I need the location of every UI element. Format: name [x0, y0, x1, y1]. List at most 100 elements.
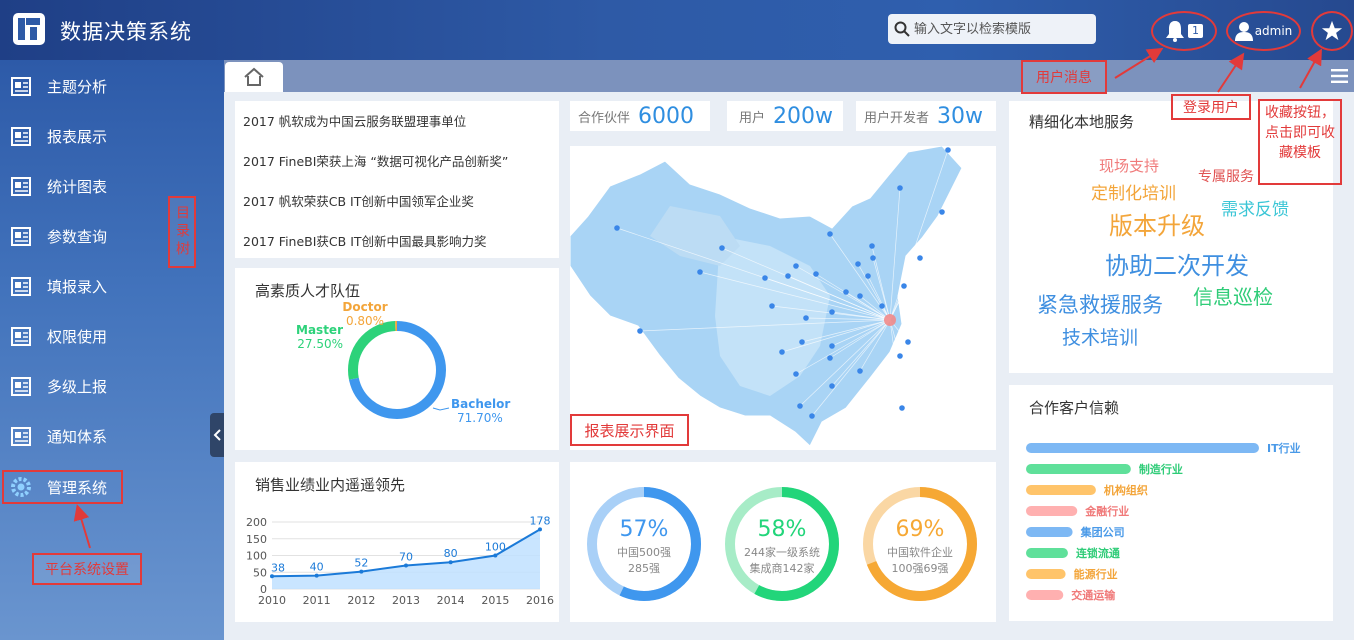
x-tick-label: 2013: [392, 594, 420, 607]
app-logo-icon: [13, 13, 45, 45]
ring-caption: 集成商142家: [750, 561, 815, 575]
city-dot[interactable]: [769, 303, 775, 309]
tab-home[interactable]: [225, 62, 283, 92]
template-search[interactable]: [888, 14, 1096, 44]
favorite-button[interactable]: [1311, 11, 1353, 51]
city-dot[interactable]: [762, 275, 768, 281]
city-dot[interactable]: [829, 343, 835, 349]
city-dot[interactable]: [637, 328, 643, 334]
client-bar[interactable]: [1026, 485, 1096, 495]
data-point[interactable]: [404, 563, 408, 568]
city-dot[interactable]: [945, 147, 951, 153]
word-cloud-item: 版本升级: [1109, 212, 1205, 240]
city-dot[interactable]: [870, 255, 876, 261]
client-bar[interactable]: [1026, 506, 1078, 516]
x-tick-label: 2016: [526, 594, 554, 607]
sales-panel: 销售业绩业内遥遥领先 0 50 100 150 200 38 2010 40 2011 52 201…: [235, 462, 559, 622]
city-dot[interactable]: [901, 283, 907, 289]
city-dot[interactable]: [829, 383, 835, 389]
city-dot[interactable]: [905, 339, 911, 345]
annotation-text: 收藏按钮，点击即可收藏模板: [1265, 105, 1335, 161]
city-dot[interactable]: [779, 349, 785, 355]
city-dot[interactable]: [843, 289, 849, 295]
x-tick-label: 2010: [258, 594, 286, 607]
hub-city-dot[interactable]: [884, 314, 896, 326]
word-cloud-item: 协助二次开发: [1105, 252, 1249, 280]
city-dot[interactable]: [829, 309, 835, 315]
city-dot[interactable]: [797, 403, 803, 409]
data-label: 80: [444, 547, 458, 560]
app-title: 数据决策系统: [60, 20, 192, 44]
client-bar[interactable]: [1026, 569, 1066, 579]
data-point[interactable]: [314, 573, 319, 578]
list-item[interactable]: 2017 帆软成为中国云服务联盟理事单位: [243, 111, 551, 151]
sidebar-item-1[interactable]: 主题分析: [0, 61, 224, 111]
ring-caption: 100强69强: [892, 562, 949, 575]
city-dot[interactable]: [827, 231, 833, 237]
client-bar[interactable]: [1026, 443, 1259, 453]
sidebar-item-7[interactable]: 多级上报: [0, 361, 224, 411]
user-icon: [1234, 22, 1253, 41]
list-item[interactable]: 2017 帆软荣获CB IT创新中国领军企业奖: [243, 191, 551, 231]
services-title: 精细化本地服务: [1029, 113, 1135, 131]
list-item[interactable]: 2017 FineBI荣获上海 “数据可视化产品创新奖”: [243, 151, 551, 191]
city-dot[interactable]: [827, 355, 833, 361]
ring-percent: 57%: [620, 517, 669, 542]
data-point[interactable]: [359, 569, 364, 574]
city-dot[interactable]: [799, 339, 805, 345]
city-dot[interactable]: [939, 209, 945, 215]
city-dot[interactable]: [857, 368, 863, 374]
city-dot[interactable]: [803, 315, 809, 321]
report-icon: [11, 277, 31, 296]
sidebar-item-9[interactable]: 管理系统: [2, 470, 123, 504]
data-point[interactable]: [448, 560, 453, 565]
city-dot[interactable]: [865, 273, 871, 279]
list-item[interactable]: 2017 FineBI获CB IT创新中国最具影响力奖: [243, 231, 551, 271]
client-bar[interactable]: [1026, 527, 1073, 537]
data-point[interactable]: [538, 527, 542, 532]
notification-button[interactable]: 1: [1151, 11, 1217, 51]
city-dot[interactable]: [917, 255, 923, 261]
client-bar[interactable]: [1026, 464, 1131, 474]
data-label: 178: [530, 514, 551, 527]
user-menu-button[interactable]: admin: [1226, 11, 1301, 51]
city-dot[interactable]: [857, 293, 863, 299]
city-dot[interactable]: [719, 245, 725, 251]
word-cloud-item: 紧急救援服务: [1037, 293, 1163, 317]
word-cloud-item: 定制化培训: [1091, 184, 1176, 204]
data-label: 38: [271, 561, 285, 574]
sidebar-item-6[interactable]: 权限使用: [0, 311, 224, 361]
annotation-favorite: 收藏按钮，点击即可收藏模板: [1258, 99, 1342, 185]
city-dot[interactable]: [697, 269, 703, 275]
city-dot[interactable]: [793, 263, 799, 269]
china-map-panel: [569, 145, 996, 450]
city-dot[interactable]: [793, 371, 799, 377]
y-tick-label: 100: [246, 550, 267, 563]
city-dot[interactable]: [879, 303, 885, 309]
city-dot[interactable]: [869, 243, 875, 249]
search-input[interactable]: [914, 21, 1090, 37]
sidebar-item-8[interactable]: 通知体系: [0, 411, 224, 461]
city-dot[interactable]: [785, 273, 791, 279]
top-header: 数据决策系统 1 admin: [0, 0, 1354, 60]
star-icon: [1321, 20, 1343, 41]
sidebar-collapse-toggle[interactable]: [210, 413, 224, 457]
data-point[interactable]: [493, 553, 498, 558]
sidebar-item-2[interactable]: 报表展示: [0, 111, 224, 161]
city-dot[interactable]: [614, 225, 620, 231]
talent-donut-chart: Bachelor71.70% Master27.50% Doctor0.80%: [296, 300, 510, 425]
sidebar-item-5[interactable]: 填报录入: [0, 261, 224, 311]
city-dot[interactable]: [813, 271, 819, 277]
city-dot[interactable]: [899, 405, 905, 411]
city-dot[interactable]: [809, 413, 815, 419]
menu-icon[interactable]: [1331, 69, 1348, 83]
city-dot[interactable]: [897, 185, 903, 191]
client-bar[interactable]: [1026, 590, 1064, 600]
report-icon: [11, 377, 31, 396]
data-point[interactable]: [270, 574, 274, 579]
city-dot[interactable]: [855, 261, 861, 267]
client-bar[interactable]: [1026, 548, 1068, 558]
sidebar-item-label: 统计图表: [47, 177, 108, 196]
china-map[interactable]: [569, 145, 996, 450]
city-dot[interactable]: [897, 353, 903, 359]
